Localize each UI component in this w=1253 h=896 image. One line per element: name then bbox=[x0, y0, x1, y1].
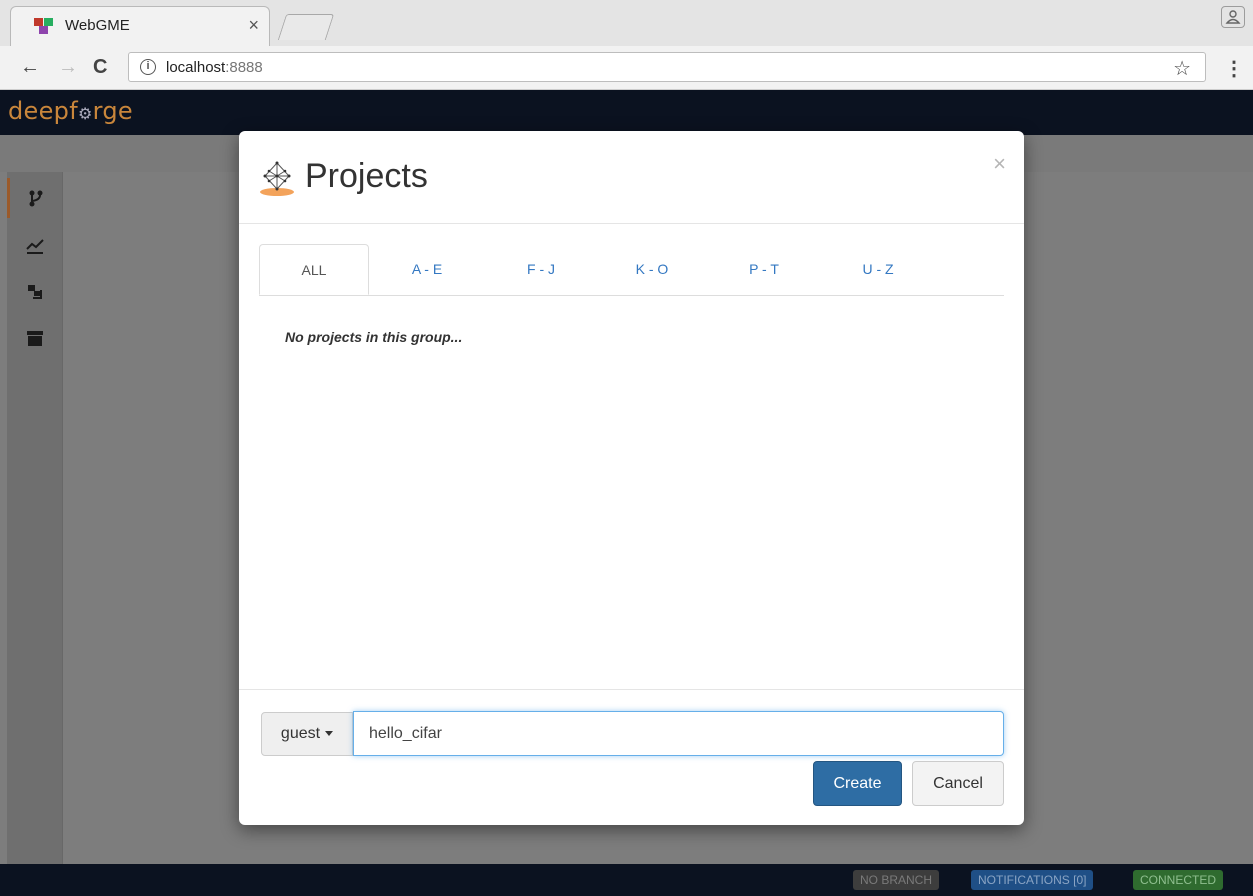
status-footer: NO BRANCH NOTIFICATIONS [0] CONNECTED bbox=[0, 864, 1253, 896]
archive-icon[interactable] bbox=[7, 318, 62, 358]
tab-all[interactable]: ALL bbox=[259, 244, 369, 295]
info-icon[interactable]: i bbox=[140, 59, 156, 75]
connection-status-badge: CONNECTED bbox=[1133, 870, 1224, 890]
close-tab-icon[interactable]: × bbox=[248, 15, 259, 36]
app-header: deepf⚙rge bbox=[0, 90, 1253, 135]
left-sidebar bbox=[7, 172, 63, 864]
layers-icon[interactable] bbox=[7, 272, 62, 312]
notifications-badge[interactable]: NOTIFICATIONS [0] bbox=[971, 870, 1094, 890]
browser-tab-title: WebGME bbox=[65, 17, 130, 34]
branch-icon[interactable] bbox=[7, 178, 62, 218]
dialog-title: Projects bbox=[305, 157, 428, 195]
cancel-button[interactable]: Cancel bbox=[912, 761, 1004, 806]
close-icon[interactable]: × bbox=[993, 151, 1006, 177]
url-text: localhost:8888 bbox=[166, 59, 263, 76]
new-tab-button[interactable] bbox=[277, 14, 335, 40]
project-name-input[interactable] bbox=[353, 711, 1004, 756]
dialog-header: Projects × bbox=[239, 131, 1024, 224]
forward-arrow-icon[interactable]: → bbox=[58, 56, 78, 79]
tab-a-e[interactable]: A - E bbox=[389, 244, 465, 295]
tab-p-t[interactable]: P - T bbox=[726, 244, 802, 295]
reload-icon[interactable]: C bbox=[93, 56, 107, 79]
address-bar[interactable]: i localhost:8888 ☆ bbox=[128, 52, 1206, 82]
empty-projects-message: No projects in this group... bbox=[285, 329, 463, 345]
create-button[interactable]: Create bbox=[813, 761, 902, 806]
chart-icon[interactable] bbox=[7, 226, 62, 266]
branch-status-badge[interactable]: NO BRANCH bbox=[853, 870, 940, 890]
projects-icon bbox=[260, 161, 294, 196]
tab-u-z[interactable]: U - Z bbox=[840, 244, 916, 295]
dialog-footer: guest Create Cancel bbox=[239, 689, 1024, 826]
owner-dropdown[interactable]: guest bbox=[261, 712, 353, 756]
tab-f-j[interactable]: F - J bbox=[503, 244, 579, 295]
profile-icon[interactable] bbox=[1221, 6, 1245, 28]
browser-toolbar: ← → C i localhost:8888 ☆ ⋮ bbox=[0, 46, 1253, 90]
deepforge-logo: deepf⚙rge bbox=[8, 97, 133, 125]
browser-tab-webgme[interactable]: WebGME × bbox=[10, 6, 270, 46]
project-filter-tabs: ALL A - E F - J K - O P - T U - Z bbox=[259, 244, 1004, 296]
bookmark-star-icon[interactable]: ☆ bbox=[1173, 56, 1191, 81]
webgme-favicon-icon bbox=[34, 18, 53, 34]
browser-menu-icon[interactable]: ⋮ bbox=[1224, 56, 1244, 81]
back-arrow-icon[interactable]: ← bbox=[20, 56, 40, 79]
projects-dialog: Projects × ALL A - E F - J K - O P - T U… bbox=[239, 131, 1024, 825]
chevron-down-icon bbox=[325, 731, 334, 737]
tab-k-o[interactable]: K - O bbox=[614, 244, 690, 295]
owner-label: guest bbox=[280, 725, 321, 742]
browser-tabstrip: WebGME × bbox=[0, 0, 1253, 46]
